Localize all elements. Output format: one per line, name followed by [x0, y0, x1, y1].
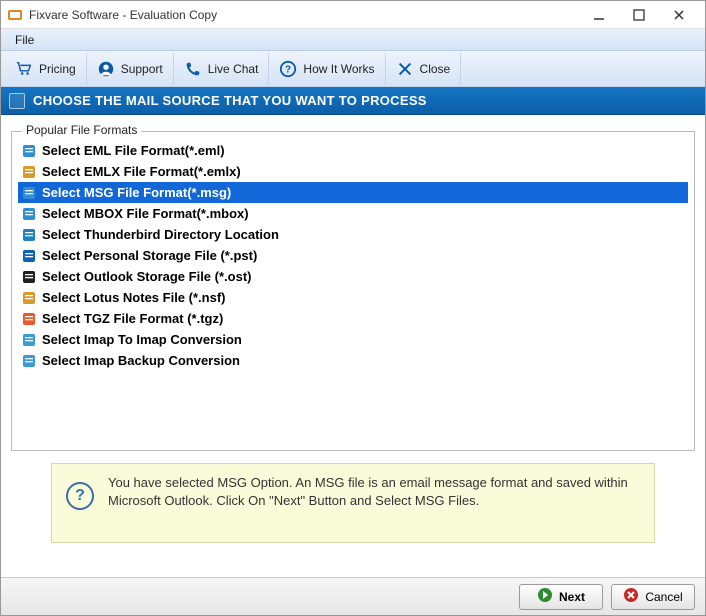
- howitworks-label: How It Works: [303, 62, 374, 76]
- file-format-icon: [22, 333, 36, 347]
- minimize-button[interactable]: [579, 2, 619, 28]
- format-option[interactable]: Select Imap Backup Conversion: [18, 350, 688, 371]
- question-icon: ?: [279, 60, 297, 78]
- banner-icon: [9, 93, 25, 109]
- file-format-icon: [22, 291, 36, 305]
- format-option[interactable]: Select MSG File Format(*.msg): [18, 182, 688, 203]
- svg-text:?: ?: [285, 64, 291, 75]
- next-button[interactable]: Next: [519, 584, 603, 610]
- format-label: Select Imap Backup Conversion: [42, 353, 240, 368]
- app-icon: [7, 7, 23, 23]
- cancel-icon: [623, 587, 639, 606]
- format-option[interactable]: Select Thunderbird Directory Location: [18, 224, 688, 245]
- format-option[interactable]: Select TGZ File Format (*.tgz): [18, 308, 688, 329]
- info-icon: ?: [66, 482, 94, 510]
- content-area: Popular File Formats Select EML File For…: [1, 115, 705, 577]
- howitworks-button[interactable]: ? How It Works: [269, 53, 385, 85]
- support-button[interactable]: Support: [87, 53, 174, 85]
- titlebar: Fixvare Software - Evaluation Copy: [1, 1, 705, 29]
- file-format-icon: [22, 165, 36, 179]
- step-banner: CHOOSE THE MAIL SOURCE THAT YOU WANT TO …: [1, 87, 705, 115]
- format-option[interactable]: Select Lotus Notes File (*.nsf): [18, 287, 688, 308]
- maximize-button[interactable]: [619, 2, 659, 28]
- format-label: Select Lotus Notes File (*.nsf): [42, 290, 225, 305]
- format-label: Select EML File Format(*.eml): [42, 143, 225, 158]
- file-format-icon: [22, 144, 36, 158]
- info-box: ? You have selected MSG Option. An MSG f…: [51, 463, 655, 543]
- pricing-label: Pricing: [39, 62, 76, 76]
- format-label: Select TGZ File Format (*.tgz): [42, 311, 223, 326]
- format-label: Select Personal Storage File (*.pst): [42, 248, 257, 263]
- format-option[interactable]: Select Imap To Imap Conversion: [18, 329, 688, 350]
- file-format-icon: [22, 354, 36, 368]
- format-option[interactable]: Select Outlook Storage File (*.ost): [18, 266, 688, 287]
- support-label: Support: [121, 62, 163, 76]
- format-label: Select Thunderbird Directory Location: [42, 227, 279, 242]
- format-option[interactable]: Select EML File Format(*.eml): [18, 140, 688, 161]
- close-window-button[interactable]: [659, 2, 699, 28]
- headset-icon: [97, 60, 115, 78]
- formats-legend: Popular File Formats: [22, 123, 141, 137]
- phone-icon: [184, 60, 202, 78]
- format-label: Select Outlook Storage File (*.ost): [42, 269, 251, 284]
- file-format-icon: [22, 186, 36, 200]
- info-text: You have selected MSG Option. An MSG fil…: [108, 474, 640, 509]
- file-format-icon: [22, 270, 36, 284]
- file-format-icon: [22, 312, 36, 326]
- cancel-button[interactable]: Cancel: [611, 584, 695, 610]
- format-label: Select MSG File Format(*.msg): [42, 185, 231, 200]
- footer: Next Cancel: [1, 577, 705, 615]
- close-icon: [396, 60, 414, 78]
- arrow-right-icon: [537, 587, 553, 606]
- format-option[interactable]: Select Personal Storage File (*.pst): [18, 245, 688, 266]
- file-format-icon: [22, 207, 36, 221]
- toolbar: Pricing Support Live Chat ? How It Works…: [1, 51, 705, 87]
- format-option[interactable]: Select EMLX File Format(*.emlx): [18, 161, 688, 182]
- format-label: Select EMLX File Format(*.emlx): [42, 164, 241, 179]
- app-window: Fixvare Software - Evaluation Copy File …: [0, 0, 706, 616]
- close-label: Close: [420, 62, 451, 76]
- close-toolbar-button[interactable]: Close: [386, 53, 462, 85]
- cart-icon: [15, 60, 33, 78]
- menubar: File: [1, 29, 705, 51]
- file-format-icon: [22, 228, 36, 242]
- menu-file[interactable]: File: [7, 31, 42, 49]
- format-list: Select EML File Format(*.eml) Select EMLX…: [18, 140, 688, 371]
- pricing-button[interactable]: Pricing: [5, 53, 87, 85]
- format-option[interactable]: Select MBOX File Format(*.mbox): [18, 203, 688, 224]
- livechat-button[interactable]: Live Chat: [174, 53, 270, 85]
- window-title: Fixvare Software - Evaluation Copy: [29, 8, 579, 22]
- formats-fieldset: Popular File Formats Select EML File For…: [11, 131, 695, 451]
- format-label: Select Imap To Imap Conversion: [42, 332, 242, 347]
- next-label: Next: [559, 590, 585, 604]
- format-label: Select MBOX File Format(*.mbox): [42, 206, 249, 221]
- file-format-icon: [22, 249, 36, 263]
- cancel-label: Cancel: [645, 590, 682, 604]
- livechat-label: Live Chat: [208, 62, 259, 76]
- banner-title: CHOOSE THE MAIL SOURCE THAT YOU WANT TO …: [33, 93, 427, 108]
